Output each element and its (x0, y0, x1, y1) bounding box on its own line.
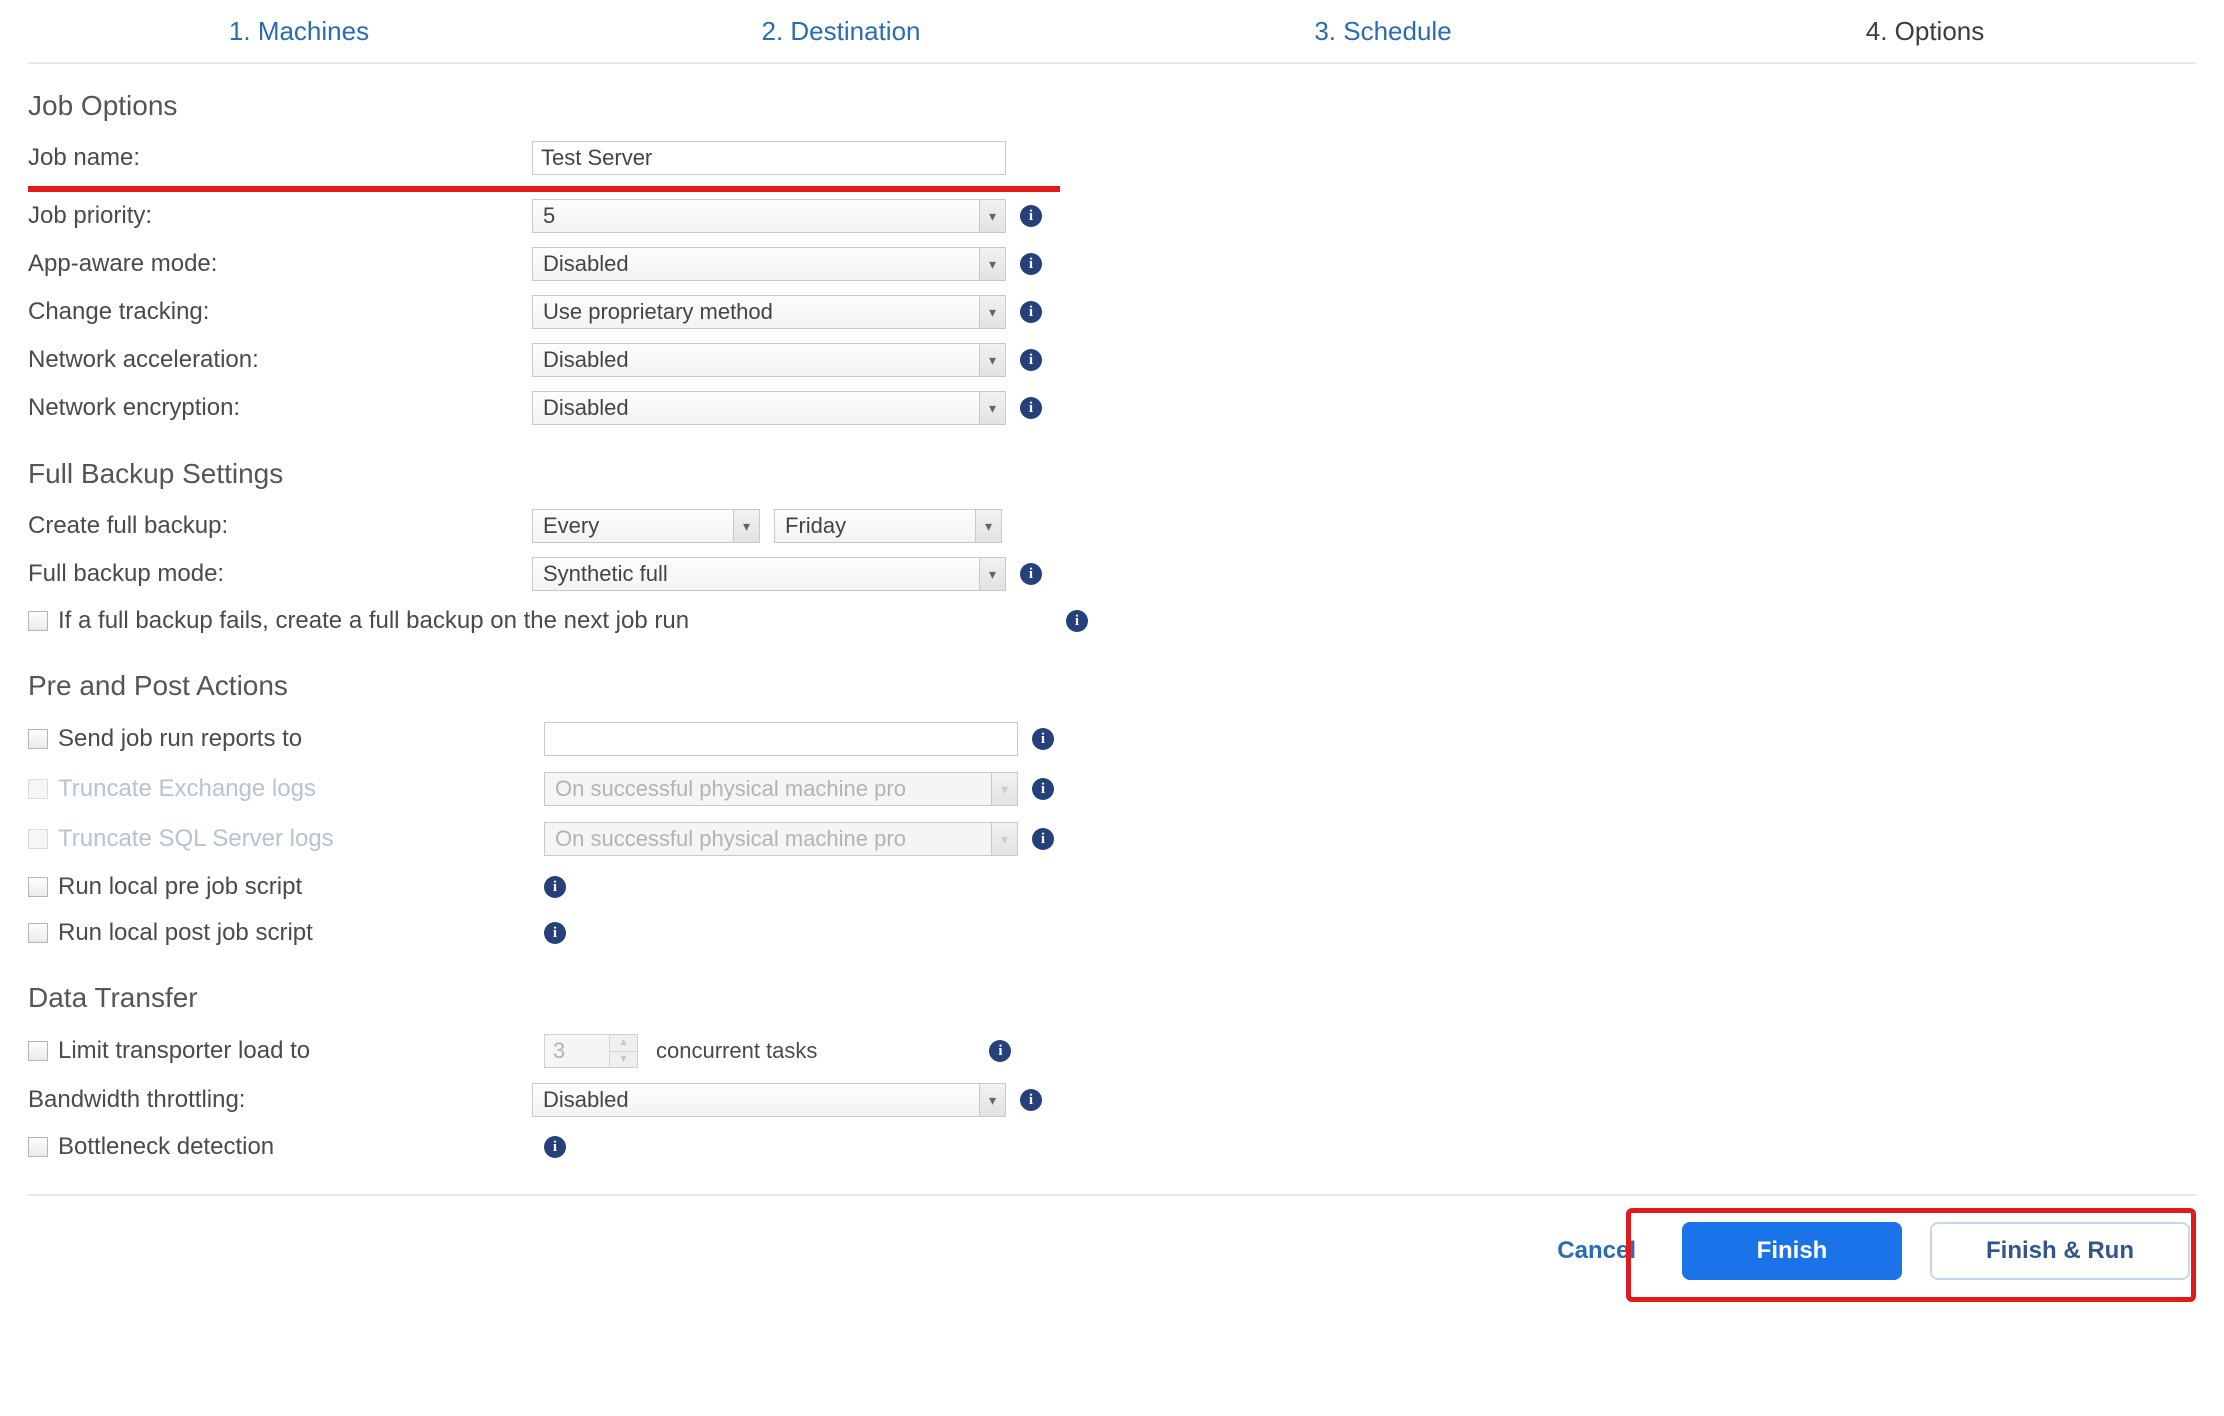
section-data-transfer-title: Data Transfer (28, 982, 2196, 1014)
bandwidth-value: Disabled (533, 1084, 979, 1116)
full-mode-label: Full backup mode: (28, 560, 532, 588)
tab-machines[interactable]: 1. Machines (28, 16, 570, 47)
net-enc-label: Network encryption: (28, 394, 532, 422)
limit-load-stepper: 3 ▲ ▼ (544, 1034, 638, 1068)
change-tracking-select[interactable]: Use proprietary method ▾ (532, 295, 1006, 329)
info-icon[interactable]: i (1020, 301, 1042, 323)
full-mode-select[interactable]: Synthetic full ▾ (532, 557, 1006, 591)
info-icon[interactable]: i (544, 922, 566, 944)
section-job-options-title: Job Options (28, 90, 2196, 122)
info-icon[interactable]: i (544, 876, 566, 898)
trunc-sql-select: On successful physical machine pro ▾ (544, 822, 1018, 856)
change-tracking-value: Use proprietary method (533, 296, 979, 328)
chevron-down-icon: ▾ (979, 558, 1005, 590)
bandwidth-select[interactable]: Disabled ▾ (532, 1083, 1006, 1117)
chevron-down-icon: ▾ (979, 392, 1005, 424)
chevron-down-icon: ▾ (991, 773, 1017, 805)
pre-script-checkbox[interactable] (28, 877, 48, 897)
tab-schedule[interactable]: 3. Schedule (1112, 16, 1654, 47)
info-icon[interactable]: i (1020, 253, 1042, 275)
finish-button[interactable]: Finish (1682, 1222, 1902, 1280)
net-accel-label: Network acceleration: (28, 346, 532, 374)
app-aware-label: App-aware mode: (28, 250, 532, 278)
chevron-down-icon: ▾ (979, 344, 1005, 376)
info-icon[interactable]: i (1020, 563, 1042, 585)
send-reports-checkbox[interactable] (28, 729, 48, 749)
limit-load-label: Limit transporter load to (58, 1037, 310, 1065)
job-name-label: Job name: (28, 144, 532, 172)
chevron-down-icon: ▾ (979, 200, 1005, 232)
trunc-exchange-label: Truncate Exchange logs (58, 775, 316, 803)
pre-script-label: Run local pre job script (58, 873, 302, 901)
bandwidth-label: Bandwidth throttling: (28, 1086, 532, 1114)
retry-full-label: If a full backup fails, create a full ba… (58, 607, 689, 635)
net-enc-value: Disabled (533, 392, 979, 424)
section-pre-post-title: Pre and Post Actions (28, 670, 2196, 702)
job-priority-label: Job priority: (28, 202, 532, 230)
bottleneck-label: Bottleneck detection (58, 1133, 274, 1161)
trunc-sql-label: Truncate SQL Server logs (58, 825, 334, 853)
finish-run-button[interactable]: Finish & Run (1930, 1222, 2190, 1280)
create-full-freq-value: Every (533, 510, 733, 542)
spinner-up-icon: ▲ (610, 1035, 637, 1052)
tab-destination[interactable]: 2. Destination (570, 16, 1112, 47)
app-aware-select[interactable]: Disabled ▾ (532, 247, 1006, 281)
create-full-freq-select[interactable]: Every ▾ (532, 509, 760, 543)
trunc-exchange-select: On successful physical machine pro ▾ (544, 772, 1018, 806)
send-reports-input[interactable] (544, 722, 1018, 756)
trunc-exchange-checkbox (28, 779, 48, 799)
chevron-down-icon: ▾ (979, 248, 1005, 280)
chevron-down-icon: ▾ (733, 510, 759, 542)
info-icon[interactable]: i (1020, 205, 1042, 227)
spinner-down-icon: ▼ (610, 1052, 637, 1068)
info-icon[interactable]: i (1032, 778, 1054, 800)
send-reports-label: Send job run reports to (58, 725, 302, 753)
divider (28, 62, 2196, 64)
cancel-link[interactable]: Cancel (1557, 1237, 1636, 1265)
info-icon[interactable]: i (544, 1136, 566, 1158)
post-script-label: Run local post job script (58, 919, 313, 947)
info-icon[interactable]: i (1020, 397, 1042, 419)
full-mode-value: Synthetic full (533, 558, 979, 590)
retry-full-checkbox[interactable] (28, 611, 48, 631)
chevron-down-icon: ▾ (991, 823, 1017, 855)
limit-load-checkbox[interactable] (28, 1041, 48, 1061)
trunc-sql-checkbox (28, 829, 48, 849)
net-accel-select[interactable]: Disabled ▾ (532, 343, 1006, 377)
job-priority-select[interactable]: 5 ▾ (532, 199, 1006, 233)
trunc-exchange-value: On successful physical machine pro (545, 773, 991, 805)
info-icon[interactable]: i (1020, 1089, 1042, 1111)
info-icon[interactable]: i (1032, 828, 1054, 850)
info-icon[interactable]: i (1066, 610, 1088, 632)
chevron-down-icon: ▾ (979, 296, 1005, 328)
change-tracking-label: Change tracking: (28, 298, 532, 326)
app-aware-value: Disabled (533, 248, 979, 280)
trunc-sql-value: On successful physical machine pro (545, 823, 991, 855)
tab-options[interactable]: 4. Options (1654, 16, 2196, 47)
post-script-checkbox[interactable] (28, 923, 48, 943)
create-full-day-select[interactable]: Friday ▾ (774, 509, 1002, 543)
job-priority-value: 5 (533, 200, 979, 232)
net-enc-select[interactable]: Disabled ▾ (532, 391, 1006, 425)
info-icon[interactable]: i (1032, 728, 1054, 750)
create-full-day-value: Friday (775, 510, 975, 542)
limit-load-suffix: concurrent tasks (656, 1038, 817, 1064)
job-name-input[interactable] (532, 141, 1006, 175)
limit-load-value: 3 (545, 1035, 609, 1067)
info-icon[interactable]: i (1020, 349, 1042, 371)
chevron-down-icon: ▾ (975, 510, 1001, 542)
info-icon[interactable]: i (989, 1040, 1011, 1062)
chevron-down-icon: ▾ (979, 1084, 1005, 1116)
section-full-backup-title: Full Backup Settings (28, 458, 2196, 490)
bottleneck-checkbox[interactable] (28, 1137, 48, 1157)
net-accel-value: Disabled (533, 344, 979, 376)
create-full-label: Create full backup: (28, 512, 532, 540)
